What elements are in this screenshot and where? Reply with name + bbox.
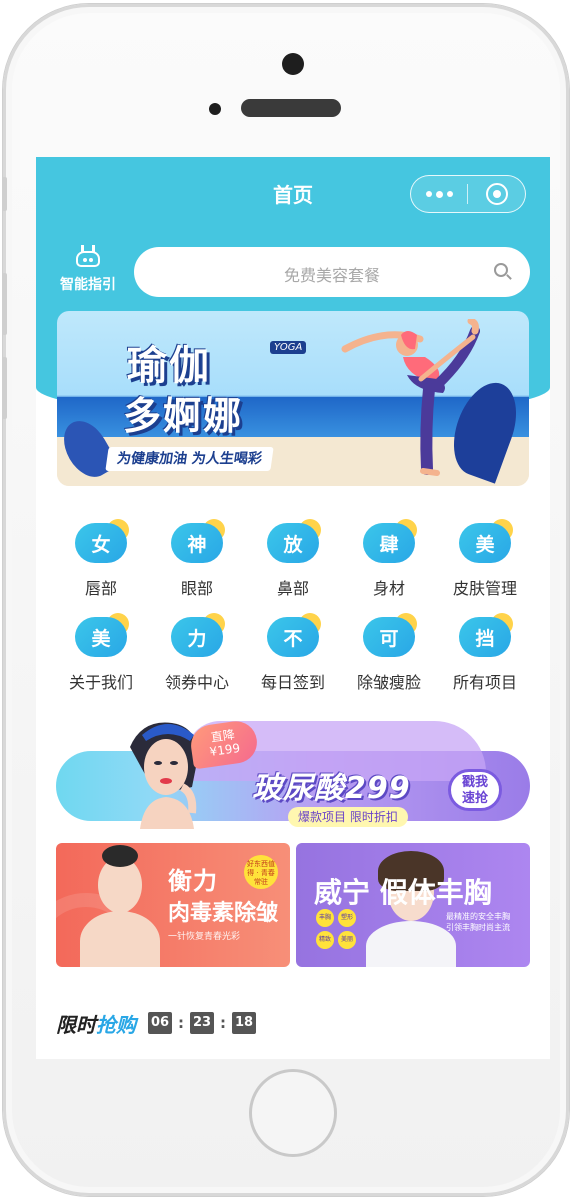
yoga-banner[interactable]: 瑜伽 YOGA 多婀娜 为健康加油 为人生喝彩 xyxy=(57,311,529,486)
category-lips[interactable]: 女 唇部 xyxy=(56,519,146,599)
flash-sale-label-a: 限时 xyxy=(56,1012,96,1037)
feature-chip: 精致 xyxy=(316,931,334,949)
mute-switch xyxy=(2,177,7,211)
countdown-separator: : xyxy=(220,1014,226,1032)
yoga-woman-illustration xyxy=(341,319,480,476)
breast-implant-note: 最精准的安全丰胸 引领丰胸时尚主流 xyxy=(446,912,510,932)
category-body[interactable]: 肆 身材 xyxy=(344,519,434,599)
search-icon xyxy=(494,263,512,281)
navbar: 首页 xyxy=(36,157,550,233)
countdown-seconds: 18 xyxy=(232,1012,256,1034)
volume-down-button xyxy=(2,357,7,419)
model-hair xyxy=(102,845,138,867)
category-label: 鼻部 xyxy=(276,579,309,598)
yoga-tag: YOGA xyxy=(270,341,307,354)
app-screen: 首页 智能指引 免费美容套餐 瑜伽 YOGA 多婀娜 为健康加油 为人生喝彩 女… xyxy=(36,157,550,1059)
earpiece xyxy=(241,99,341,117)
front-camera xyxy=(282,53,304,75)
category-label: 关于我们 xyxy=(68,673,133,692)
search-input[interactable]: 免费美容套餐 xyxy=(134,247,530,297)
category-label: 除皱瘦脸 xyxy=(356,673,421,692)
botox-promo-card[interactable]: 衡力 好东西值得 · 青春常驻 肉毒素除皱 一针恢复青春光彩 xyxy=(56,843,290,967)
yoga-title-line1: 瑜伽 xyxy=(127,342,211,389)
countdown-minutes: 23 xyxy=(190,1012,214,1034)
hyaluronic-subtitle: 爆款项目 限时折扣 xyxy=(288,807,408,827)
category-label: 皮肤管理 xyxy=(452,579,517,598)
category-icon: 放 xyxy=(263,519,323,567)
category-coupon-center[interactable]: 力 领券中心 xyxy=(152,613,242,693)
volume-up-button xyxy=(2,273,7,335)
category-icon: 不 xyxy=(263,613,323,661)
feature-chips: 丰胸 塑形 精致 美丽 xyxy=(316,909,360,949)
feature-chip: 丰胸 xyxy=(316,909,334,927)
category-label: 每日签到 xyxy=(260,673,325,692)
home-button xyxy=(249,1069,337,1157)
proximity-sensor xyxy=(209,103,221,115)
more-dot-icon xyxy=(425,191,432,197)
category-label: 眼部 xyxy=(180,579,213,598)
phone-frame: 首页 智能指引 免费美容套餐 瑜伽 YOGA 多婀娜 为健康加油 为人生喝彩 女… xyxy=(2,4,569,1196)
close-mini-program-button[interactable] xyxy=(468,183,525,205)
botox-title: 肉毒素除皱 xyxy=(168,901,279,926)
category-icon: 肆 xyxy=(359,519,419,567)
category-label: 领券中心 xyxy=(164,673,229,692)
yoga-slogan: 为健康加油 为人生喝彩 xyxy=(105,447,274,471)
category-icon: 女 xyxy=(71,519,131,567)
feature-chip: 美丽 xyxy=(338,931,356,949)
category-icon: 挡 xyxy=(455,613,515,661)
category-label: 身材 xyxy=(372,579,405,598)
flash-sale-header: 限时 抢购 06 : 23 : 18 xyxy=(56,1009,256,1037)
smart-guide-label: 智能指引 xyxy=(60,277,116,293)
smart-guide-button[interactable]: 智能指引 xyxy=(48,245,128,295)
hyaluronic-title: 玻尿酸299 xyxy=(252,771,411,806)
promo-sticker: 好东西值得 · 青春常驻 xyxy=(244,855,278,889)
category-skin-care[interactable]: 美 皮肤管理 xyxy=(440,519,530,599)
model-body xyxy=(80,911,160,967)
category-label: 所有项目 xyxy=(452,673,517,692)
category-icon: 美 xyxy=(71,613,131,661)
flash-sale-label-b: 抢购 xyxy=(96,1012,136,1037)
feature-chip: 塑形 xyxy=(338,909,356,927)
category-all-items[interactable]: 挡 所有项目 xyxy=(440,613,530,693)
category-icon: 力 xyxy=(167,613,227,661)
category-about-us[interactable]: 美 关于我们 xyxy=(56,613,146,693)
more-dot-icon xyxy=(446,191,453,197)
search-placeholder: 免费美容套餐 xyxy=(283,266,380,285)
category-icon: 美 xyxy=(455,519,515,567)
hyaluronic-acid-banner[interactable]: 直降 ¥199 玻尿酸299 爆款项目 限时折扣 戳我 速抢 xyxy=(56,715,530,831)
model-body xyxy=(366,921,456,967)
mini-program-capsule xyxy=(410,175,526,213)
breast-implant-title: 威宁 假体丰胸 xyxy=(314,876,492,909)
target-icon xyxy=(485,183,508,205)
category-icon: 神 xyxy=(167,519,227,567)
breast-implant-promo-card[interactable]: 威宁 假体丰胸 丰胸 塑形 精致 美丽 最精准的安全丰胸 引领丰胸时尚主流 xyxy=(296,843,530,967)
countdown-hours: 06 xyxy=(148,1012,172,1034)
grab-now-button[interactable]: 戳我 速抢 xyxy=(448,769,502,811)
category-icon: 可 xyxy=(359,613,419,661)
robot-icon xyxy=(73,245,103,269)
category-label: 唇部 xyxy=(84,579,117,598)
more-dot-icon xyxy=(435,190,443,198)
countdown-separator: : xyxy=(178,1014,184,1032)
category-daily-checkin[interactable]: 不 每日签到 xyxy=(248,613,338,693)
category-wrinkle-removal[interactable]: 可 除皱瘦脸 xyxy=(344,613,434,693)
category-nose[interactable]: 放 鼻部 xyxy=(248,519,338,599)
category-eyes[interactable]: 神 眼部 xyxy=(152,519,242,599)
botox-tagline: 一针恢复青春光彩 xyxy=(168,932,241,942)
more-button[interactable] xyxy=(411,176,467,212)
yoga-title-line2: 多婀娜 xyxy=(123,393,244,438)
botox-brand-title: 衡力 xyxy=(168,867,218,895)
